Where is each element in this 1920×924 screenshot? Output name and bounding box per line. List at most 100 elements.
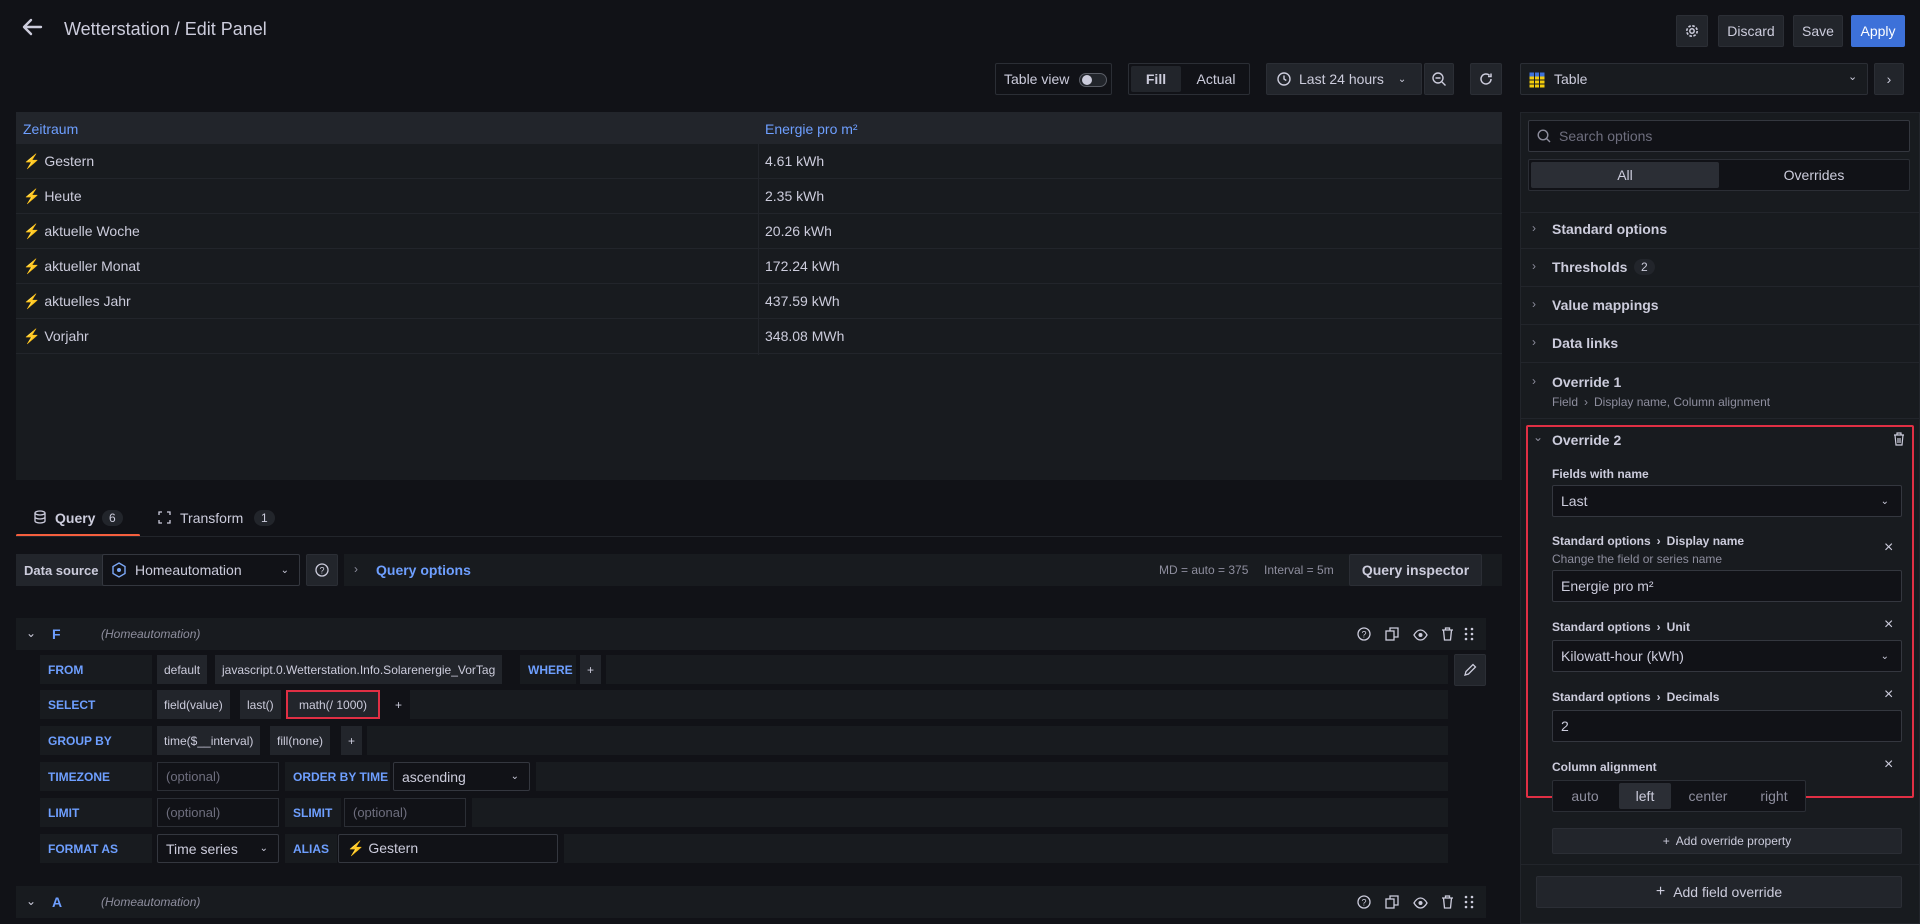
format-filler	[564, 834, 1448, 863]
select-last[interactable]: last()	[240, 690, 281, 719]
groupby-add-button[interactable]: +	[341, 726, 363, 755]
query-letter[interactable]: F	[52, 626, 61, 642]
tab-overrides[interactable]: Overrides	[1721, 162, 1907, 188]
cell-energie: 172.24 kWh	[765, 258, 840, 274]
thresholds-count-badge: 2	[1634, 259, 1655, 275]
override-2-title[interactable]: Override 2	[1552, 432, 1621, 448]
select-add-button[interactable]: +	[388, 690, 409, 719]
datasource-label: Data source	[16, 554, 107, 586]
section-value-mappings[interactable]: Value mappings	[1552, 297, 1659, 313]
matcher-label: Fields with name	[1552, 467, 1649, 481]
eye-icon[interactable]	[1413, 628, 1428, 644]
eye-icon[interactable]	[1413, 896, 1428, 912]
zoom-out-button[interactable]	[1424, 63, 1454, 95]
tab-transform[interactable]: Transform 1	[152, 502, 284, 536]
chevron-down-icon[interactable]: ⌄	[26, 626, 36, 640]
datasource-help-button[interactable]: ?	[306, 554, 338, 586]
column-header-energie[interactable]: Energie pro m²	[765, 121, 858, 137]
toggle-switch[interactable]	[1079, 73, 1107, 87]
drag-handle-icon[interactable]	[1464, 894, 1474, 913]
align-left[interactable]: left	[1619, 783, 1671, 809]
align-auto[interactable]: auto	[1555, 783, 1615, 809]
tab-query[interactable]: Query 6	[16, 502, 140, 537]
apply-button[interactable]: Apply	[1851, 15, 1905, 47]
unit-select[interactable]: Kilowatt-hour (kWh) ⌄	[1552, 640, 1902, 672]
section-divider	[1520, 324, 1920, 325]
column-header-zeitraum[interactable]: Zeitraum	[23, 121, 78, 137]
duplicate-icon[interactable]	[1385, 627, 1399, 644]
add-field-override-button[interactable]: + Add field override	[1536, 876, 1902, 908]
align-right[interactable]: right	[1745, 783, 1803, 809]
from-measurement[interactable]: javascript.0.Wetterstation.Info.Solarene…	[215, 655, 503, 684]
section-thresholds[interactable]: Thresholds	[1552, 259, 1627, 275]
add-field-override-label: Add field override	[1673, 884, 1783, 900]
chevron-right-icon: ›	[1656, 620, 1661, 634]
select-field[interactable]: field(value)	[157, 690, 230, 719]
override-1-summary: Field › Display name, Column alignment	[1552, 395, 1770, 409]
dashboard-settings-button[interactable]	[1676, 15, 1708, 47]
table-view-toggle[interactable]: Table view	[995, 63, 1112, 95]
duplicate-icon[interactable]	[1385, 895, 1399, 912]
section-standard-options[interactable]: Standard options	[1552, 221, 1667, 237]
groupby-fill[interactable]: fill(none)	[270, 726, 331, 755]
alias-input[interactable]: ⚡ Gestern	[338, 834, 558, 863]
alias-keyword: ALIAS	[285, 834, 337, 863]
svg-text:?: ?	[319, 566, 324, 576]
groupby-time[interactable]: time($__interval)	[157, 726, 261, 755]
pencil-icon	[1463, 663, 1477, 677]
close-icon[interactable]: ×	[1884, 686, 1893, 704]
help-icon[interactable]: ?	[1357, 627, 1371, 644]
display-name-input[interactable]: Energie pro m²	[1552, 570, 1902, 602]
table-view-label: Table view	[1004, 71, 1070, 87]
time-range-label: Last 24 hours	[1299, 71, 1384, 87]
save-button[interactable]: Save	[1793, 15, 1843, 47]
limit-input[interactable]: (optional)	[157, 798, 279, 827]
query-options-bar[interactable]: › Query options MD = auto = 375 Interval…	[344, 554, 1502, 586]
trash-icon[interactable]	[1441, 895, 1454, 912]
zoom-out-icon	[1431, 71, 1447, 87]
tab-all[interactable]: All	[1531, 162, 1719, 188]
section-override-1[interactable]: Override 1	[1552, 374, 1621, 390]
fill-option[interactable]: Fill	[1131, 66, 1181, 92]
chevron-right-icon: ›	[1532, 335, 1536, 349]
refresh-button[interactable]	[1470, 63, 1502, 95]
trash-icon[interactable]	[1893, 432, 1905, 449]
format-select[interactable]: Time series ⌄	[157, 834, 279, 863]
search-options-input[interactable]: Search options	[1528, 120, 1910, 152]
select-math[interactable]: math(/ 1000)	[286, 690, 381, 719]
query-letter[interactable]: A	[52, 894, 62, 910]
chevron-down-icon[interactable]: ⌄	[1533, 430, 1543, 444]
matcher-value: Last	[1561, 493, 1588, 509]
query-inspector-button[interactable]: Query inspector	[1349, 554, 1482, 586]
add-override-property-button[interactable]: + Add override property	[1552, 828, 1902, 854]
back-arrow-icon[interactable]	[20, 15, 44, 39]
cell-zeitraum: ⚡ aktueller Monat	[23, 258, 141, 274]
matcher-select[interactable]: Last ⌄	[1552, 485, 1902, 517]
from-policy[interactable]: default	[157, 655, 208, 684]
query-row-header: ⌄ A (Homeautomation) ?	[16, 886, 1486, 918]
slimit-input[interactable]: (optional)	[344, 798, 466, 827]
visualization-picker[interactable]: Table ⌄	[1520, 63, 1868, 95]
close-icon[interactable]: ×	[1884, 616, 1893, 634]
raw-query-edit-button[interactable]	[1454, 654, 1486, 686]
groupby-keyword: GROUP BY	[40, 726, 152, 755]
trash-icon[interactable]	[1441, 627, 1454, 644]
align-center[interactable]: center	[1675, 783, 1741, 809]
close-icon[interactable]: ×	[1884, 539, 1893, 557]
decimals-input[interactable]: 2	[1552, 710, 1902, 742]
orderby-select[interactable]: ascending ⌄	[393, 762, 530, 791]
format-value: Time series	[166, 840, 238, 857]
override-1-properties: Display name, Column alignment	[1594, 395, 1771, 409]
chevron-down-icon[interactable]: ⌄	[26, 894, 36, 908]
datasource-picker[interactable]: Homeautomation ⌄	[102, 554, 300, 586]
close-icon[interactable]: ×	[1884, 756, 1893, 774]
discard-button[interactable]: Discard	[1718, 15, 1784, 47]
timezone-input[interactable]: (optional)	[157, 762, 279, 791]
section-data-links[interactable]: Data links	[1552, 335, 1618, 351]
where-add-button[interactable]: +	[580, 655, 602, 684]
drag-handle-icon[interactable]	[1464, 626, 1474, 645]
help-icon[interactable]: ?	[1357, 895, 1371, 912]
actual-option[interactable]: Actual	[1185, 66, 1247, 92]
collapse-options-button[interactable]: ›	[1874, 63, 1904, 95]
time-range-picker[interactable]: Last 24 hours ⌄	[1266, 63, 1422, 95]
